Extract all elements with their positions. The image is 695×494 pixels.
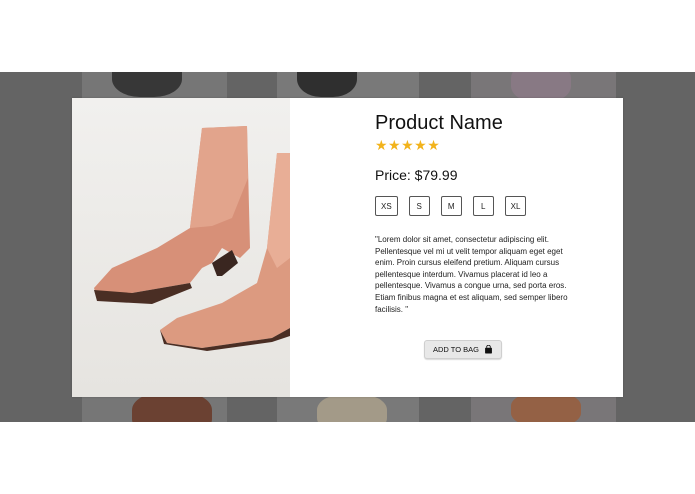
- product-details: Product Name ★★★★★ Price: $79.99 XS S M …: [375, 98, 615, 397]
- product-image: [72, 98, 290, 397]
- size-option-m[interactable]: M: [440, 196, 462, 216]
- product-title: Product Name: [375, 112, 503, 134]
- add-to-bag-label: ADD TO BAG: [433, 345, 479, 354]
- size-option-l[interactable]: L: [472, 196, 494, 216]
- size-option-xs[interactable]: XS: [375, 196, 398, 216]
- product-description: "Lorem dolor sit amet, consectetur adipi…: [375, 235, 568, 314]
- shopping-bag-icon: [485, 345, 492, 354]
- rating-stars: ★★★★★: [375, 137, 441, 153]
- size-selector: XS S M L XL: [375, 196, 527, 216]
- size-option-s[interactable]: S: [408, 196, 430, 216]
- product-quickview-modal: Product Name ★★★★★ Price: $79.99 XS S M …: [72, 98, 623, 397]
- add-to-bag-button[interactable]: ADD TO BAG: [424, 340, 502, 359]
- ankle-boot-icon: [94, 126, 290, 351]
- product-price: Price: $79.99: [375, 167, 458, 183]
- size-option-xl[interactable]: XL: [504, 196, 527, 216]
